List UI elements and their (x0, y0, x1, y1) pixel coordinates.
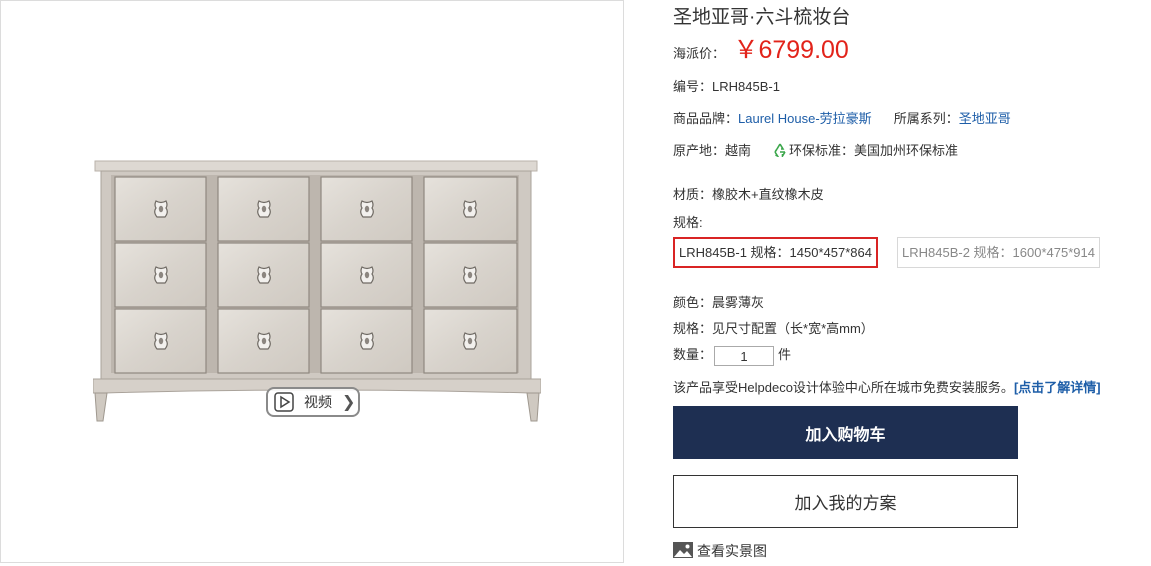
brand-row: 商品品牌：Laurel House-劳拉豪斯 所属系列：圣地亚哥 (673, 108, 1011, 127)
color-label: 颜色： (673, 295, 713, 310)
image-icon (673, 542, 693, 558)
eco-label: 环保标准： (789, 143, 855, 158)
color-value: 晨雾薄灰 (712, 295, 765, 310)
series-label: 所属系列： (893, 111, 959, 126)
series-link[interactable]: 圣地亚哥 (959, 111, 1011, 126)
spec-label: 规格: (673, 215, 703, 230)
size-label: 规格： (673, 321, 713, 336)
recycle-icon (774, 143, 786, 157)
video-label: 视频 (304, 394, 332, 410)
install-notice-text: 该产品享受Helpdeco设计体验中心所在城市免费安装服务。 (673, 380, 1014, 395)
product-image-dresser[interactable] (93, 159, 541, 423)
spec-option-lrh845b-1[interactable]: LRH845B-1 规格：1450*457*864 (673, 237, 878, 268)
size-value: 见尺寸配置（长*宽*高mm） (712, 321, 874, 336)
play-icon (274, 392, 294, 412)
price-value: ￥6799.00 (733, 36, 849, 64)
origin-value: 越南 (725, 143, 752, 158)
add-to-cart-button[interactable]: 加入购物车 (673, 406, 1018, 459)
price-row: 海派价： ￥6799.00 (673, 30, 849, 66)
sku-row: 编号：LRH845B-1 (673, 76, 780, 95)
install-details-link[interactable]: [点击了解详情] (1014, 380, 1101, 395)
size-row: 规格：见尺寸配置（长*宽*高mm） (673, 318, 874, 337)
quantity-row: 数量： 1 件 (673, 344, 791, 366)
origin-row: 原产地：越南 环保标准：美国加州环保标准 (673, 140, 958, 159)
product-title: 圣地亚哥·六斗梳妆台 (673, 7, 851, 28)
view-photos-label: 查看实景图 (697, 543, 767, 559)
spec-option-lrh845b-2[interactable]: LRH845B-2 规格：1600*475*914 (897, 237, 1100, 268)
chevron-right-icon: ❯ (342, 394, 356, 411)
sku-label: 编号： (673, 79, 713, 94)
product-gallery: 视频 ❯ (0, 0, 624, 563)
material-value: 橡胶木+直纹橡木皮 (712, 187, 824, 202)
sku-value: LRH845B-1 (712, 79, 780, 94)
color-row: 颜色：晨雾薄灰 (673, 292, 764, 311)
material-row: 材质：橡胶木+直纹橡木皮 (673, 184, 824, 203)
quantity-input[interactable]: 1 (714, 345, 775, 366)
video-button[interactable]: 视频 ❯ (266, 387, 360, 417)
material-label: 材质： (673, 187, 713, 202)
brand-label: 商品品牌： (673, 111, 739, 126)
quantity-label: 数量： (673, 347, 713, 362)
view-photos-link[interactable]: 查看实景图 (673, 541, 767, 561)
price-label: 海派价： (673, 46, 726, 61)
origin-label: 原产地： (673, 143, 726, 158)
quantity-unit: 件 (778, 347, 792, 362)
add-to-plan-button[interactable]: 加入我的方案 (673, 475, 1018, 528)
brand-link[interactable]: Laurel House-劳拉豪斯 (738, 111, 872, 126)
install-notice: 该产品享受Helpdeco设计体验中心所在城市免费安装服务。[点击了解详情] (673, 377, 1101, 396)
eco-value: 美国加州环保标准 (854, 143, 959, 158)
